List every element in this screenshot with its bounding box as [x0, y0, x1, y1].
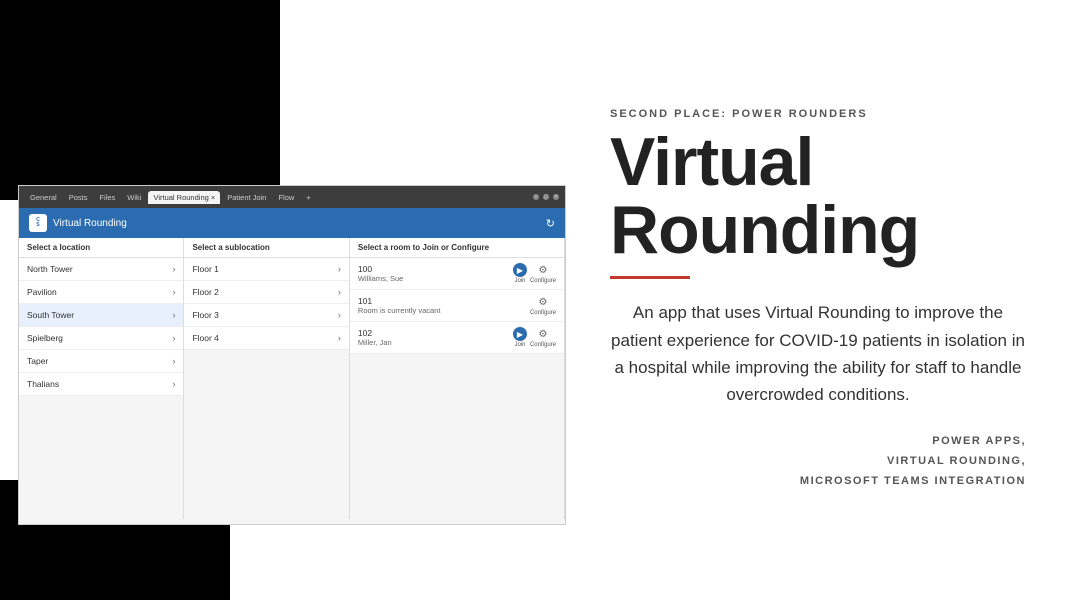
room-info: 101 Room is currently vacant	[358, 296, 530, 315]
chevron-icon: ›	[172, 310, 175, 320]
left-panel: General Posts Files Wiki Virtual Roundin…	[0, 0, 580, 600]
column-headers: Select a location Select a sublocation S…	[19, 238, 565, 258]
location-pavilion: Pavilion	[27, 287, 57, 297]
configure-btn[interactable]: ⚙ Configure	[530, 327, 556, 348]
col-header-location: Select a location	[19, 238, 184, 257]
col-header-room: Select a room to Join or Configure	[350, 238, 565, 257]
room-actions: ▶ Join ⚙ Configure	[513, 263, 556, 284]
tab-files[interactable]: Files	[94, 191, 120, 204]
tab-flow[interactable]: Flow	[273, 191, 299, 204]
sublocation-floor2: Floor 2	[192, 287, 218, 297]
list-item[interactable]: Floor 4 ›	[184, 327, 348, 350]
room-actions: ▶ Join ⚙ Configure	[513, 327, 556, 348]
configure-icon: ⚙	[536, 327, 550, 341]
location-thalians: Thalians	[27, 379, 59, 389]
list-item[interactable]: Spielberg ›	[19, 327, 183, 350]
configure-label: Configure	[530, 310, 556, 316]
chevron-icon: ›	[338, 287, 341, 297]
list-item[interactable]: North Tower ›	[19, 258, 183, 281]
join-icon: ▶	[513, 327, 527, 341]
room-info: 100 Williams, Sue	[358, 264, 513, 283]
list-item-selected[interactable]: South Tower ›	[19, 304, 183, 327]
tag-2: VIRTUAL ROUNDING,	[610, 452, 1026, 472]
app-header: CS Virtual Rounding ↻	[19, 208, 565, 238]
chevron-icon: ›	[338, 264, 341, 274]
tab-add[interactable]: +	[301, 191, 315, 204]
col-header-sublocation: Select a sublocation	[184, 238, 349, 257]
tab-virtual-rounding[interactable]: Virtual Rounding ×	[148, 191, 220, 204]
chevron-icon: ›	[172, 287, 175, 297]
configure-icon: ⚙	[536, 263, 550, 277]
right-panel: SECOND PLACE: POWER ROUNDERS Virtual Rou…	[580, 0, 1066, 600]
chevron-icon: ›	[338, 310, 341, 320]
list-item[interactable]: Floor 1 ›	[184, 258, 348, 281]
tag-3: MICROSOFT TEAMS INTEGRATION	[610, 472, 1026, 492]
join-label: Join	[514, 342, 525, 348]
tag-1: POWER APPS,	[610, 432, 1026, 452]
sublocations-column: Floor 1 › Floor 2 › Floor 3 › Floor 4 ›	[184, 258, 349, 519]
room-patient: Miller, Jan	[358, 338, 513, 347]
tags: POWER APPS, VIRTUAL ROUNDING, MICROSOFT …	[610, 432, 1026, 491]
app-content: CS Virtual Rounding ↻ Select a location …	[19, 208, 565, 524]
app-logo: CS	[29, 214, 47, 232]
app-title-text: Virtual Rounding	[53, 218, 540, 229]
list-item[interactable]: Taper ›	[19, 350, 183, 373]
room-number: 100	[358, 264, 513, 274]
chevron-icon: ›	[338, 333, 341, 343]
configure-btn[interactable]: ⚙ Configure	[530, 263, 556, 284]
room-patient: Williams, Sue	[358, 274, 513, 283]
location-south-tower: South Tower	[27, 310, 74, 320]
black-corner-top	[0, 0, 280, 200]
tab-patient-join[interactable]: Patient Join	[222, 191, 271, 204]
ctrl-maximize[interactable]: □	[543, 194, 549, 200]
sublocation-floor1: Floor 1	[192, 264, 218, 274]
teams-topbar: General Posts Files Wiki Virtual Roundin…	[19, 186, 565, 208]
room-number: 101	[358, 296, 530, 306]
room-item: 100 Williams, Sue ▶ Join ⚙ Configure	[350, 258, 564, 290]
join-icon: ▶	[513, 263, 527, 277]
room-actions: ⚙ Configure	[530, 295, 556, 316]
list-item[interactable]: Pavilion ›	[19, 281, 183, 304]
join-btn[interactable]: ▶ Join	[513, 263, 527, 284]
refresh-icon[interactable]: ↻	[546, 217, 555, 230]
list-item[interactable]: Thalians ›	[19, 373, 183, 396]
configure-label: Configure	[530, 278, 556, 284]
chevron-icon: ›	[172, 333, 175, 343]
room-vacant: Room is currently vacant	[358, 306, 530, 315]
app-screenshot: General Posts Files Wiki Virtual Roundin…	[18, 185, 566, 525]
ctrl-close[interactable]: ×	[553, 194, 559, 200]
locations-column: North Tower › Pavilion › South Tower › S…	[19, 258, 184, 519]
configure-icon: ⚙	[536, 295, 550, 309]
list-item[interactable]: Floor 3 ›	[184, 304, 348, 327]
teams-controls: − □ ×	[533, 194, 559, 200]
rooms-column: 100 Williams, Sue ▶ Join ⚙ Configure	[350, 258, 565, 519]
tab-wiki[interactable]: Wiki	[122, 191, 146, 204]
main-title: Virtual Rounding	[610, 128, 1026, 264]
location-spielberg: Spielberg	[27, 333, 63, 343]
ctrl-minimize[interactable]: −	[533, 194, 539, 200]
description-text: An app that uses Virtual Rounding to imp…	[610, 299, 1026, 408]
subtitle: SECOND PLACE: POWER ROUNDERS	[610, 108, 1026, 120]
room-item: 101 Room is currently vacant ⚙ Configure	[350, 290, 564, 322]
join-label: Join	[514, 278, 525, 284]
room-item: 102 Miller, Jan ▶ Join ⚙ Configure	[350, 322, 564, 354]
tab-general[interactable]: General	[25, 191, 62, 204]
sublocation-floor3: Floor 3	[192, 310, 218, 320]
three-columns: North Tower › Pavilion › South Tower › S…	[19, 258, 565, 519]
configure-btn[interactable]: ⚙ Configure	[530, 295, 556, 316]
tab-posts[interactable]: Posts	[64, 191, 93, 204]
teams-tabs: General Posts Files Wiki Virtual Roundin…	[25, 191, 529, 204]
configure-label: Configure	[530, 342, 556, 348]
chevron-icon: ›	[172, 264, 175, 274]
location-taper: Taper	[27, 356, 48, 366]
chevron-icon: ›	[172, 379, 175, 389]
room-info: 102 Miller, Jan	[358, 328, 513, 347]
room-number: 102	[358, 328, 513, 338]
join-btn[interactable]: ▶ Join	[513, 327, 527, 348]
list-item[interactable]: Floor 2 ›	[184, 281, 348, 304]
sublocation-floor4: Floor 4	[192, 333, 218, 343]
orange-divider	[610, 276, 690, 279]
location-north-tower: North Tower	[27, 264, 73, 274]
chevron-icon: ›	[172, 356, 175, 366]
